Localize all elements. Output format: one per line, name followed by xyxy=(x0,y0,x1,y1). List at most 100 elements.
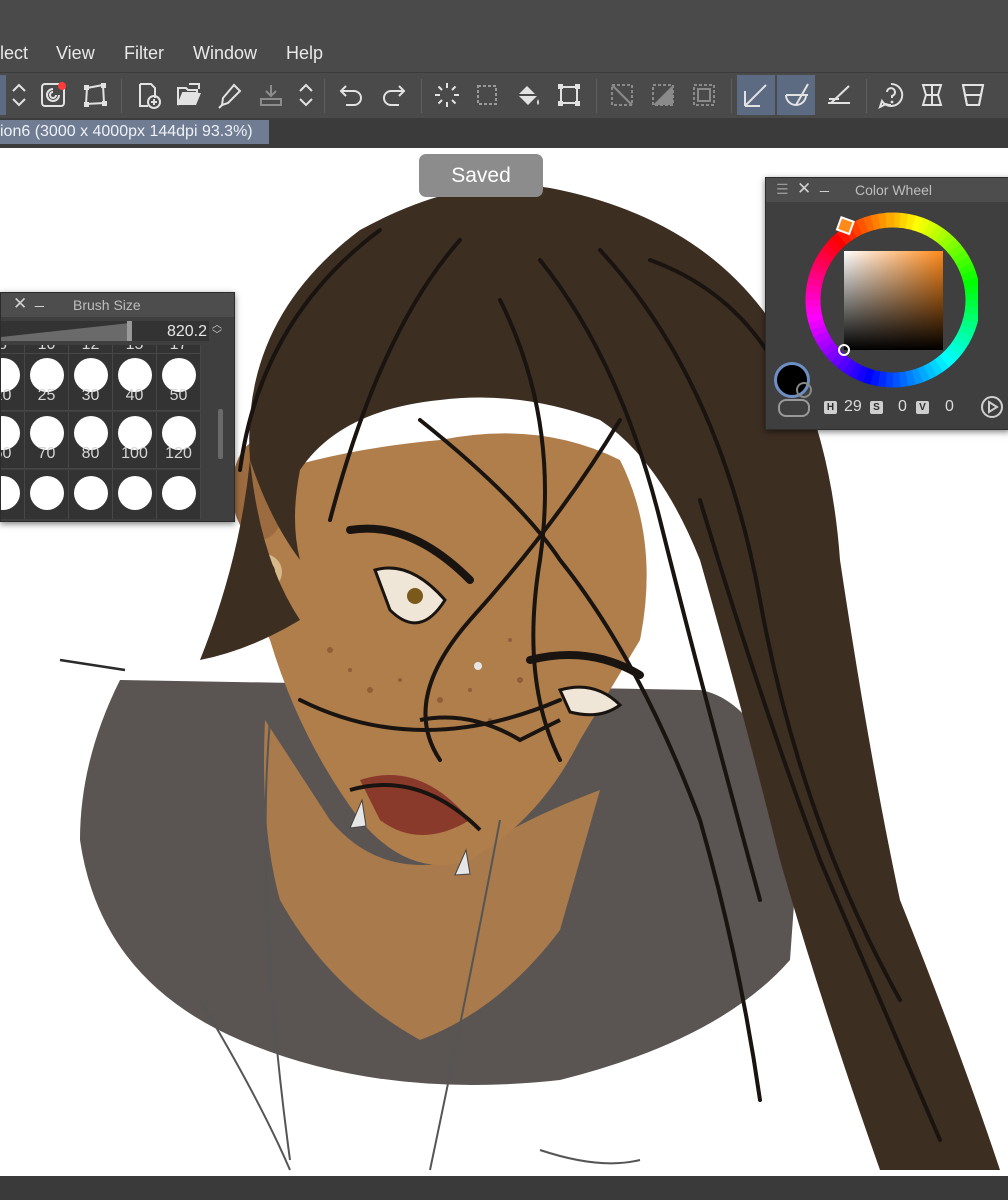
fill-icon xyxy=(518,86,539,105)
stepper-icon xyxy=(12,83,26,107)
save-button[interactable] xyxy=(252,75,290,115)
selection-transform-icon xyxy=(558,84,580,106)
menu-select[interactable]: lect xyxy=(0,43,28,64)
undo-button[interactable] xyxy=(333,75,371,115)
saturation-label: S xyxy=(870,401,883,414)
menu-bar: lect View Filter Window Help xyxy=(0,0,1008,72)
toolbar-separator xyxy=(421,79,422,113)
brush-preset[interactable] xyxy=(157,470,201,519)
new-file-icon xyxy=(139,83,161,109)
brush-preset-60[interactable]: 60 xyxy=(1,412,25,469)
hue-marker[interactable] xyxy=(835,216,855,236)
value-label: V xyxy=(916,401,929,414)
snap-curve-button[interactable] xyxy=(777,75,815,115)
brush-preset-40[interactable]: 40 xyxy=(113,354,157,411)
panel-title: Brush Size xyxy=(73,297,141,313)
close-icon[interactable]: ✕ xyxy=(797,179,811,199)
brush-preset-10[interactable]: 10 xyxy=(25,345,69,354)
invert-selection-icon xyxy=(652,84,674,106)
chevron-down-icon[interactable]: ﹀ xyxy=(212,330,222,341)
undo-icon xyxy=(339,85,362,106)
stepper-button[interactable] xyxy=(292,75,320,115)
saturation-value[interactable]: 0 xyxy=(898,398,907,416)
brush-size-panel: ✕ _ Brush Size 820.2 ︿ ﹀ 8 10 12 15 17 2… xyxy=(0,291,235,522)
brush-preset-80[interactable]: 80 xyxy=(69,412,113,469)
toolbar-separator xyxy=(596,79,597,113)
menu-view[interactable]: View xyxy=(56,43,95,64)
color-wheel[interactable] xyxy=(794,202,978,396)
color-wheel-panel-header[interactable]: ☰ ✕ _ Color Wheel xyxy=(766,176,1008,202)
brush-preset-17[interactable]: 17 xyxy=(157,345,201,354)
ruler-icon xyxy=(828,85,850,104)
pen-icon xyxy=(218,83,242,109)
transform-button[interactable] xyxy=(76,75,114,115)
menu-help[interactable]: Help xyxy=(286,43,323,64)
hue-value[interactable]: 29 xyxy=(844,398,862,416)
crop-button[interactable] xyxy=(685,75,723,115)
snap-curve-icon xyxy=(785,83,809,106)
brush-preset-120[interactable]: 120 xyxy=(157,412,201,469)
menu-window[interactable]: Window xyxy=(193,43,257,64)
mesh-icon xyxy=(921,84,943,106)
command-bar xyxy=(0,72,1008,119)
fill-button[interactable] xyxy=(509,75,547,115)
brush-preset-25[interactable]: 25 xyxy=(25,354,69,411)
perspective-button[interactable] xyxy=(954,75,992,115)
invert-selection-button[interactable] xyxy=(644,75,682,115)
brush-preset[interactable] xyxy=(69,470,113,519)
play-icon[interactable] xyxy=(980,395,1004,419)
open-file-icon xyxy=(177,83,201,106)
brush-preset-70[interactable]: 70 xyxy=(25,412,69,469)
brush-preset-50[interactable]: 50 xyxy=(157,354,201,411)
brush-preset-12[interactable]: 12 xyxy=(69,345,113,354)
loading-button[interactable] xyxy=(428,75,466,115)
brush-preset-20[interactable]: 20 xyxy=(1,354,25,411)
perspective-icon xyxy=(961,84,985,106)
snap-ruler-icon xyxy=(744,84,767,107)
animation-icon xyxy=(41,82,66,107)
brush-preset-30[interactable]: 30 xyxy=(69,354,113,411)
document-tab-bar: ion6 (3000 x 4000px 144dpi 93.3%) xyxy=(0,118,1008,148)
document-tab[interactable]: ion6 (3000 x 4000px 144dpi 93.3%) xyxy=(0,120,269,144)
minimize-icon[interactable]: _ xyxy=(820,176,829,194)
brush-preset[interactable] xyxy=(25,470,69,519)
transparent-color-icon[interactable] xyxy=(778,399,810,417)
brush-size-value[interactable]: 820.2 xyxy=(167,323,207,341)
snap-ruler-button[interactable] xyxy=(737,75,775,115)
animation-button[interactable] xyxy=(34,75,72,115)
ruler-button[interactable] xyxy=(820,75,858,115)
brush-preset-100[interactable]: 100 xyxy=(113,412,157,469)
brush-size-stepper[interactable]: ︿ ﹀ xyxy=(209,321,225,343)
toolbar-separator xyxy=(324,79,325,113)
new-file-button[interactable] xyxy=(129,75,167,115)
redo-button[interactable] xyxy=(374,75,412,115)
brush-preset-8[interactable]: 8 xyxy=(1,345,25,354)
brush-preset-15[interactable]: 15 xyxy=(113,345,157,354)
brush-size-grid: 8 10 12 15 17 20 25 30 40 50 60 70 80 10… xyxy=(1,345,215,519)
crop-icon xyxy=(693,84,715,106)
sub-color-swatch[interactable] xyxy=(796,382,812,398)
clear-selection-button[interactable] xyxy=(603,75,641,115)
close-icon[interactable]: ✕ xyxy=(13,294,27,314)
minimize-icon[interactable]: _ xyxy=(35,291,44,309)
brush-grid-scrollbar[interactable] xyxy=(218,409,223,459)
toolbar-separator xyxy=(121,79,122,113)
help-icon xyxy=(878,82,904,109)
select-button[interactable] xyxy=(468,75,506,115)
panel-menu-icon[interactable]: ☰ xyxy=(776,181,789,198)
brush-preset[interactable] xyxy=(113,470,157,519)
open-file-button[interactable] xyxy=(170,75,208,115)
stepper-button[interactable] xyxy=(5,75,33,115)
menu-filter[interactable]: Filter xyxy=(124,43,164,64)
transform-icon xyxy=(84,83,107,107)
brush-size-panel-header[interactable]: ✕ _ Brush Size xyxy=(1,291,234,317)
brush-preset[interactable] xyxy=(1,470,25,519)
pen-button[interactable] xyxy=(211,75,249,115)
loading-icon xyxy=(435,83,459,107)
mesh-button[interactable] xyxy=(913,75,951,115)
selection-transform-button[interactable] xyxy=(550,75,588,115)
saved-toast: Saved xyxy=(419,154,543,197)
value-value[interactable]: 0 xyxy=(945,398,954,416)
help-button[interactable] xyxy=(872,75,910,115)
hue-label: H xyxy=(824,401,837,414)
